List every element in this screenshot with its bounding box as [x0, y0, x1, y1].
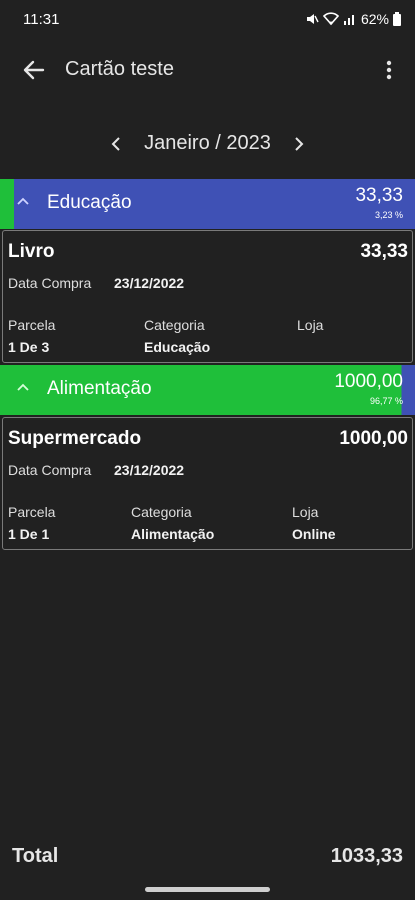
installment-value: 1 De 3: [8, 339, 50, 355]
category-progress-bar: [0, 179, 14, 229]
store-label: Loja: [297, 317, 324, 333]
month-navigator: Janeiro / 2023: [0, 126, 415, 162]
installment-label: Parcela: [8, 504, 56, 520]
category-label: Categoria: [144, 317, 205, 333]
installment-value: 1 De 1: [8, 526, 50, 542]
month-label: Janeiro / 2023: [144, 132, 271, 154]
purchase-title: Supermercado: [8, 428, 142, 449]
category-label: Categoria: [131, 504, 192, 520]
purchase-title: Livro: [8, 241, 55, 262]
category-value: Alimentação: [131, 526, 215, 542]
purchase-card[interactable]: Livro 33,33 Data Compra 23/12/2022 Parce…: [2, 230, 413, 363]
app-bar: Cartão teste: [0, 44, 415, 96]
purchase-value: 33,33: [360, 241, 408, 262]
next-month-button[interactable]: [287, 130, 311, 158]
wifi-icon: [322, 12, 339, 26]
page-title: Cartão teste: [65, 58, 174, 80]
total-value: 1033,33: [330, 845, 403, 867]
status-icons: 62%: [305, 11, 401, 27]
store-label: Loja: [292, 504, 319, 520]
purchase-date-label: Data Compra: [8, 462, 92, 478]
total-label: Total: [12, 845, 59, 867]
battery-percent: 62%: [360, 11, 389, 27]
status-bar: 11:31 62%: [0, 0, 415, 40]
purchase-date: 23/12/2022: [114, 275, 185, 291]
chevron-up-icon: [17, 197, 29, 205]
category-name: Alimentação: [47, 378, 152, 399]
category-header-alimentacao[interactable]: Alimentação 1000,00 96,77 %: [0, 365, 415, 415]
purchase-card[interactable]: Supermercado 1000,00 Data Compra 23/12/2…: [2, 417, 413, 550]
purchase-value: 1000,00: [339, 428, 408, 449]
chevron-right-icon: [295, 137, 304, 151]
home-indicator[interactable]: [145, 887, 270, 892]
installment-label: Parcela: [8, 317, 56, 333]
status-time: 11:31: [23, 11, 60, 28]
battery-icon: [393, 12, 401, 26]
chevron-up-icon: [17, 383, 29, 391]
category-value: Educação: [144, 339, 211, 355]
more-vert-icon: [386, 60, 392, 80]
arrow-left-icon: [23, 60, 45, 80]
mute-icon: [305, 12, 319, 26]
overflow-menu-button[interactable]: [377, 54, 401, 86]
store-value: Online: [292, 526, 336, 542]
back-button[interactable]: [18, 54, 50, 86]
purchase-date: 23/12/2022: [114, 462, 185, 478]
category-total: 1000,00: [334, 371, 403, 392]
purchase-date-label: Data Compra: [8, 275, 92, 291]
category-name: Educação: [47, 192, 132, 213]
category-progress-bar: [0, 365, 14, 415]
category-percent: 96,77 %: [369, 396, 403, 406]
category-total: 33,33: [355, 185, 403, 206]
category-percent: 3,23 %: [374, 210, 403, 220]
category-header-educacao[interactable]: Educação 33,33 3,23 %: [0, 179, 415, 229]
signal-icon: [343, 12, 357, 26]
